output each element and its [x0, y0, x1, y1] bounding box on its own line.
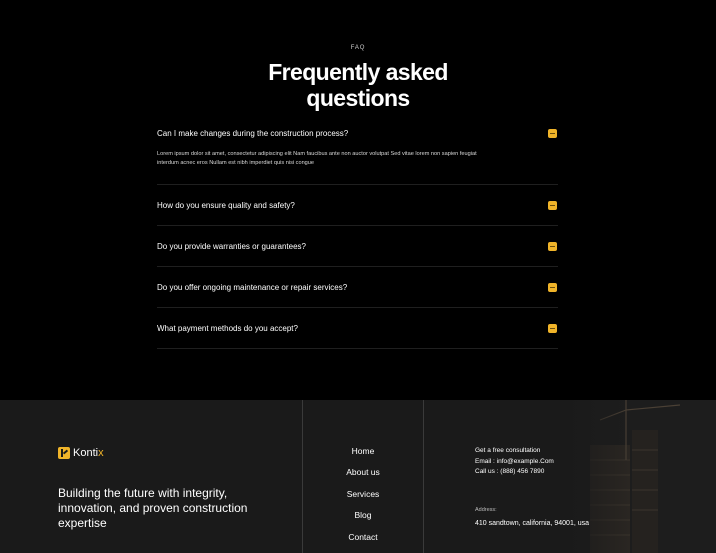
faq-question[interactable]: What payment methods do you accept? — [157, 324, 298, 333]
faq-question[interactable]: Do you provide warranties or guarantees? — [157, 242, 306, 251]
contact-email[interactable]: Email : info@example.Com — [475, 457, 554, 468]
minus-icon[interactable] — [548, 283, 557, 292]
footer-nav: Home About us Services Blog Contact — [303, 443, 423, 550]
contact-heading: Get a free consultation — [475, 447, 541, 454]
minus-icon[interactable] — [548, 324, 557, 333]
faq-section: FAQ Frequently asked questions Can I mak… — [0, 0, 716, 400]
faq-answer: Lorem ipsum dolor sit amet, consectetur … — [157, 151, 477, 166]
footer-nav-about[interactable]: About us — [303, 464, 423, 485]
faq-item[interactable]: What payment methods do you accept? — [157, 308, 558, 349]
faq-heading-line-1: Frequently asked — [268, 59, 448, 85]
faq-heading: Frequently asked questions — [0, 59, 716, 111]
address-label: Address: — [475, 507, 497, 513]
faq-item[interactable]: How do you ensure quality and safety? — [157, 185, 558, 226]
faq-list: Can I make changes during the constructi… — [157, 120, 558, 349]
faq-question[interactable]: Do you offer ongoing maintenance or repa… — [157, 283, 347, 292]
construction-building-image — [560, 400, 716, 553]
faq-item[interactable]: Can I make changes during the constructi… — [157, 120, 558, 185]
minus-icon[interactable] — [548, 242, 557, 251]
k-logo-icon — [58, 447, 70, 459]
footer-contact: Get a free consultation Email : info@exa… — [475, 446, 554, 478]
minus-icon[interactable] — [548, 201, 557, 210]
footer-logo[interactable]: Kontix — [58, 447, 104, 459]
footer-nav-services[interactable]: Services — [303, 486, 423, 507]
logo-text: Kontix — [73, 447, 104, 459]
footer-divider — [423, 400, 424, 553]
minus-icon[interactable] — [548, 129, 557, 138]
site-footer: Kontix Building the future with integrit… — [0, 400, 716, 553]
faq-item[interactable]: Do you offer ongoing maintenance or repa… — [157, 267, 558, 308]
footer-nav-home[interactable]: Home — [303, 443, 423, 464]
faq-heading-line-2: questions — [306, 85, 410, 111]
footer-tagline: Building the future with integrity, inno… — [58, 486, 248, 530]
faq-question[interactable]: How do you ensure quality and safety? — [157, 201, 295, 210]
faq-eyebrow: FAQ — [350, 45, 366, 51]
address-text: 410 sandtown, california, 94001, usa — [475, 520, 590, 527]
footer-nav-contact[interactable]: Contact — [303, 529, 423, 550]
footer-nav-blog[interactable]: Blog — [303, 507, 423, 528]
faq-item[interactable]: Do you provide warranties or guarantees? — [157, 226, 558, 267]
faq-question[interactable]: Can I make changes during the constructi… — [157, 129, 348, 138]
contact-phone[interactable]: Call us : (888) 456 7890 — [475, 467, 554, 478]
